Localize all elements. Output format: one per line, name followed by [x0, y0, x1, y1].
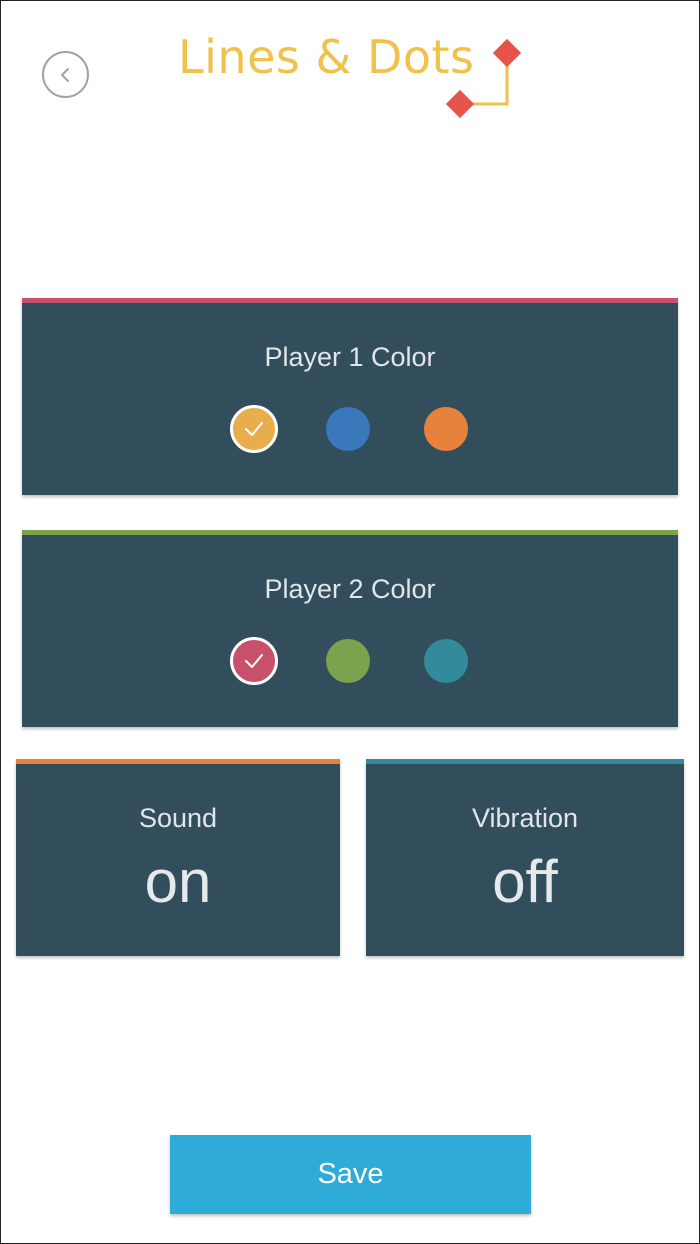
- player1-color-title: Player 1 Color: [264, 342, 436, 372]
- player2-swatch-group: [22, 637, 678, 685]
- vibration-toggle[interactable]: Vibration off: [366, 759, 684, 956]
- player2-swatch[interactable]: [424, 639, 468, 683]
- player1-swatch[interactable]: [326, 407, 370, 451]
- vibration-accent-bar: [366, 759, 684, 764]
- vibration-value: off: [492, 848, 558, 915]
- sound-toggle[interactable]: Sound on: [16, 759, 340, 956]
- player1-accent-bar: [22, 298, 678, 303]
- player1-swatch-group: [22, 405, 678, 453]
- player2-swatch[interactable]: [230, 637, 278, 685]
- logo-icon: [445, 38, 522, 119]
- chevron-left-icon: [60, 67, 69, 82]
- player1-swatch[interactable]: [230, 405, 278, 453]
- player2-color-title: Player 2 Color: [264, 574, 436, 604]
- player2-color-card: Player 2 Color: [22, 530, 678, 727]
- player1-color-card: Player 1 Color: [22, 298, 678, 495]
- sound-value: on: [144, 848, 212, 915]
- vibration-label: Vibration: [471, 803, 579, 833]
- player2-swatch[interactable]: [326, 639, 370, 683]
- sound-accent-bar: [16, 759, 340, 764]
- checkmark-icon: [245, 422, 263, 436]
- sound-label: Sound: [138, 803, 218, 833]
- back-button[interactable]: [42, 51, 89, 98]
- checkmark-icon: [245, 654, 263, 668]
- save-button[interactable]: Save: [170, 1135, 531, 1214]
- app-title: Lines & Dots: [178, 30, 475, 84]
- player1-swatch[interactable]: [424, 407, 468, 451]
- player2-accent-bar: [22, 530, 678, 535]
